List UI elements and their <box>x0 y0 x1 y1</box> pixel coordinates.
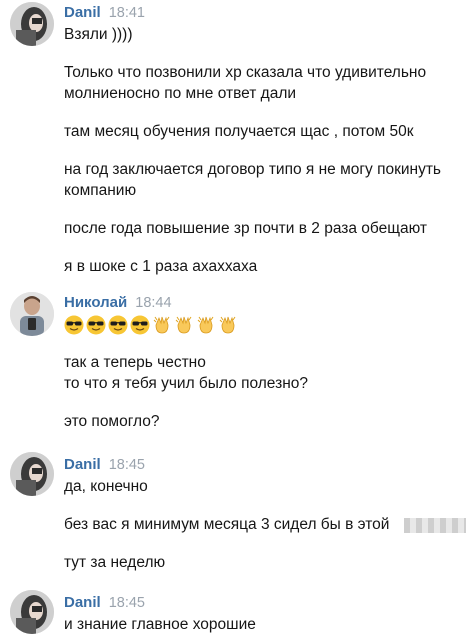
message-timestamp: 18:45 <box>108 457 145 473</box>
message-text: там месяц обучения получается щас , пото… <box>64 123 414 140</box>
message-text: так а теперь честно <box>64 354 206 371</box>
message-text: молниеносно по мне ответ дали <box>64 85 297 102</box>
clapping-hands-emoji <box>175 316 192 334</box>
sender-line: Danil 18:45 <box>64 594 145 612</box>
sender-name[interactable]: Danil <box>64 456 101 473</box>
clapping-hands-emoji <box>197 316 214 334</box>
message-timestamp: 18:44 <box>135 295 172 311</box>
message-timestamp: 18:45 <box>108 595 145 611</box>
message-text: Взяли )))) <box>64 26 133 43</box>
woman-portrait-avatar <box>10 2 54 46</box>
message-text: на год заключается договор типо я не мог… <box>64 161 442 178</box>
sunglasses-emoji <box>130 315 150 335</box>
chat-history: Danil 18:41 Взяли )))) Только что позвони… <box>0 0 467 640</box>
sender-avatar[interactable] <box>10 452 54 496</box>
message-text: компанию <box>64 182 137 199</box>
woman-portrait-avatar <box>10 590 54 634</box>
sender-line: Николай 18:44 <box>64 294 172 312</box>
woman-portrait-avatar <box>10 452 54 496</box>
message-text: после года повышение зр почти в 2 раза о… <box>64 220 428 237</box>
redacted-text <box>404 518 466 533</box>
sender-line: Danil 18:45 <box>64 456 145 474</box>
message-text: тут за неделю <box>64 554 166 571</box>
message-text: Только что позвонили хр сказала что удив… <box>64 64 427 81</box>
message-timestamp: 18:41 <box>108 5 145 21</box>
message-text: это помогло? <box>64 413 160 430</box>
sender-line: Danil 18:41 <box>64 4 145 22</box>
sunglasses-emoji <box>64 315 84 335</box>
sender-name[interactable]: Danil <box>64 4 101 21</box>
sender-avatar[interactable] <box>10 292 54 336</box>
message-text: я в шоке с 1 раза ахаххаха <box>64 258 258 275</box>
message-text: без вас я минимум месяца 3 сидел бы в эт… <box>64 516 390 533</box>
clapping-hands-emoji <box>153 316 170 334</box>
sender-avatar[interactable] <box>10 590 54 634</box>
sunglasses-emoji <box>108 315 128 335</box>
sunglasses-emoji <box>86 315 106 335</box>
message-text: и знание главное хорошие <box>64 616 256 633</box>
sender-name[interactable]: Danil <box>64 594 101 611</box>
sender-name[interactable]: Николай <box>64 294 127 311</box>
sender-avatar[interactable] <box>10 2 54 46</box>
clapping-hands-emoji <box>219 316 236 334</box>
message-text: да, конечно <box>64 478 148 495</box>
message-text: то что я тебя учил было полезно? <box>64 375 308 392</box>
man-portrait-avatar <box>10 292 54 336</box>
emoji-row <box>64 315 238 337</box>
